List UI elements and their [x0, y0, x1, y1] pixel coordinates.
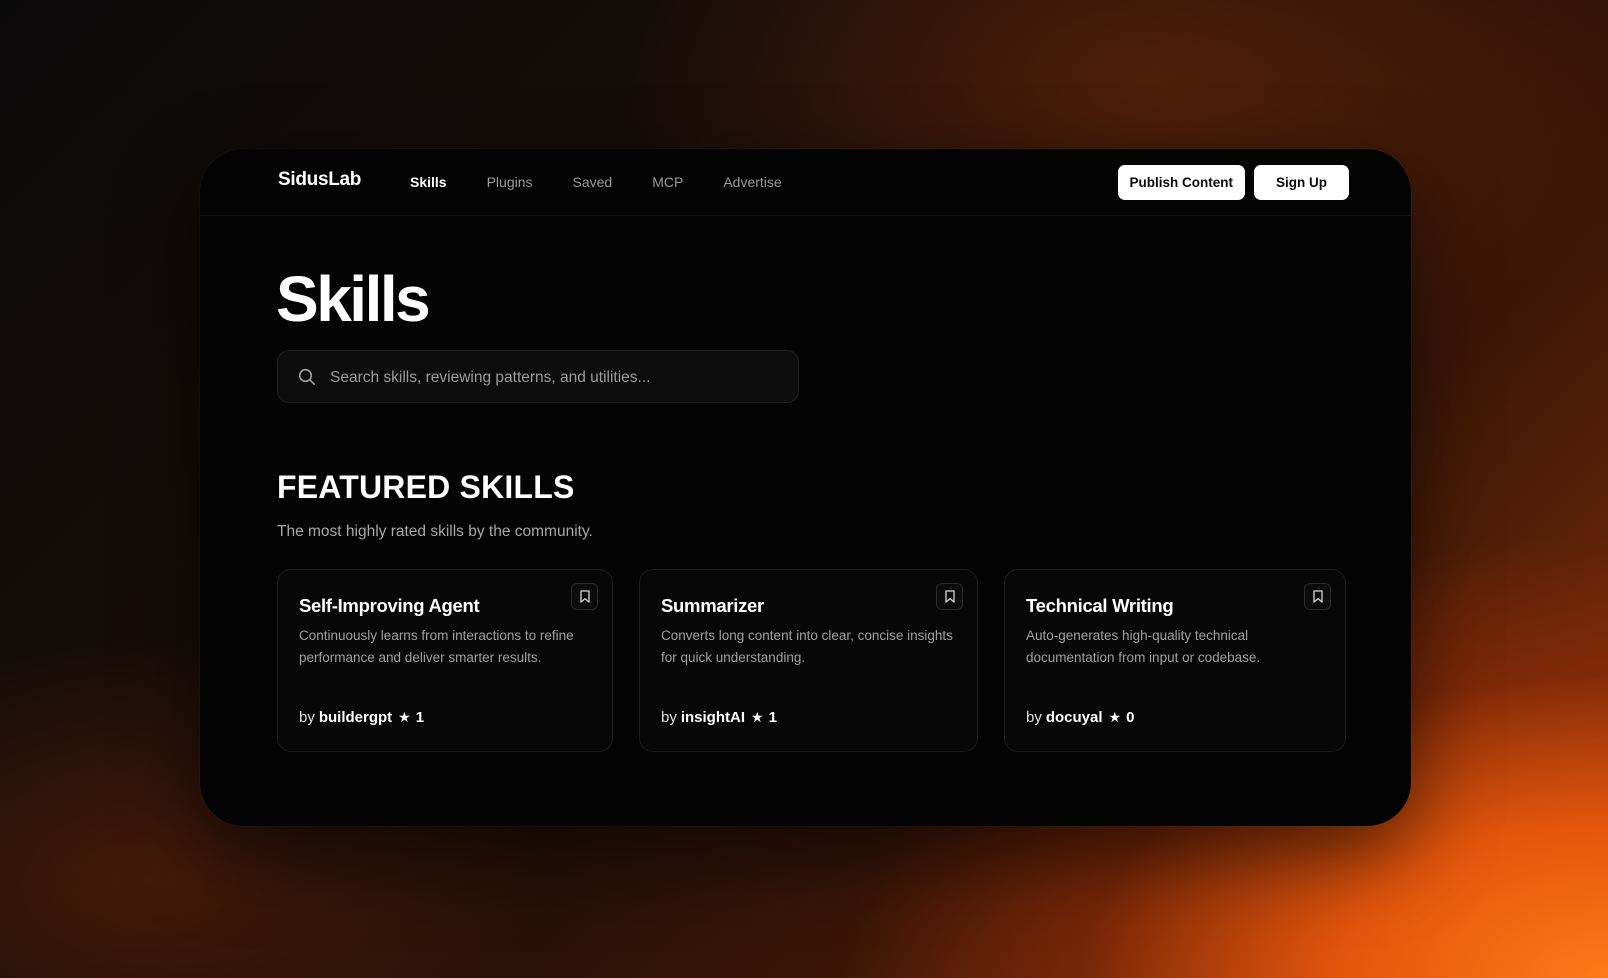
rating-count: 0 [1126, 709, 1135, 726]
author-name[interactable]: buildergpt [319, 709, 392, 726]
star-icon: ★ [398, 709, 411, 725]
skill-card-meta: by buildergpt ★ 1 [299, 709, 424, 726]
app-window: SidusLab Skills Plugins Saved MCP Advert… [200, 149, 1411, 826]
skill-card-meta: by docuyal ★ 0 [1026, 709, 1134, 726]
nav-actions: Publish Content Sign Up [1117, 165, 1349, 200]
bookmark-icon [1313, 590, 1323, 603]
bookmark-icon [580, 590, 590, 603]
page-title: Skills [276, 263, 431, 335]
logo[interactable]: SidusLab [278, 169, 361, 191]
nav-link-skills[interactable]: Skills [410, 174, 447, 190]
top-nav: SidusLab Skills Plugins Saved MCP Advert… [200, 149, 1411, 216]
rating-count: 1 [768, 709, 777, 726]
search-bar[interactable] [277, 350, 799, 404]
bookmark-button[interactable] [936, 583, 963, 610]
featured-skills-heading: FEATURED SKILLS [277, 469, 575, 505]
by-label: by [299, 709, 315, 726]
star-icon: ★ [1108, 709, 1122, 725]
nav-link-plugins[interactable]: Plugins [487, 174, 533, 190]
skill-card-description: Converts long content into clear, concis… [661, 628, 953, 665]
skill-card-description: Continuously learns from interactions to… [299, 628, 574, 665]
by-label: by [661, 709, 677, 726]
author-name[interactable]: docuyal [1046, 709, 1103, 726]
bookmark-button[interactable] [1304, 583, 1331, 610]
author-name[interactable]: insightAI [681, 709, 745, 726]
skill-card-meta: by insightAI ★ 1 [661, 709, 777, 726]
skill-card-title: Summarizer [661, 595, 764, 616]
search-input[interactable] [328, 351, 782, 404]
nav-links: Skills Plugins Saved MCP Advertise [410, 174, 822, 190]
skill-card[interactable]: Summarizer Converts long content into cl… [639, 569, 978, 752]
by-label: by [1026, 709, 1042, 726]
bookmark-button[interactable] [571, 583, 598, 610]
nav-link-advertise[interactable]: Advertise [723, 174, 781, 190]
star-icon: ★ [751, 709, 764, 725]
skill-card-title: Technical Writing [1026, 595, 1174, 616]
search-icon [298, 368, 316, 386]
featured-skills-subtitle: The most highly rated skills by the comm… [277, 523, 593, 540]
skill-card[interactable]: Self-Improving Agent Continuously learns… [277, 569, 613, 752]
skill-card-description: Auto-generates high-quality technical do… [1026, 628, 1261, 665]
nav-link-saved[interactable]: Saved [573, 174, 613, 190]
publish-content-button[interactable]: Publish Content [1117, 165, 1245, 200]
sign-up-button[interactable]: Sign Up [1254, 165, 1349, 200]
bookmark-icon [945, 590, 955, 603]
rating-count: 1 [415, 709, 425, 726]
skill-card-title: Self-Improving Agent [299, 595, 480, 616]
nav-link-mcp[interactable]: MCP [652, 174, 683, 190]
skill-card[interactable]: Technical Writing Auto-generates high-qu… [1004, 569, 1346, 752]
